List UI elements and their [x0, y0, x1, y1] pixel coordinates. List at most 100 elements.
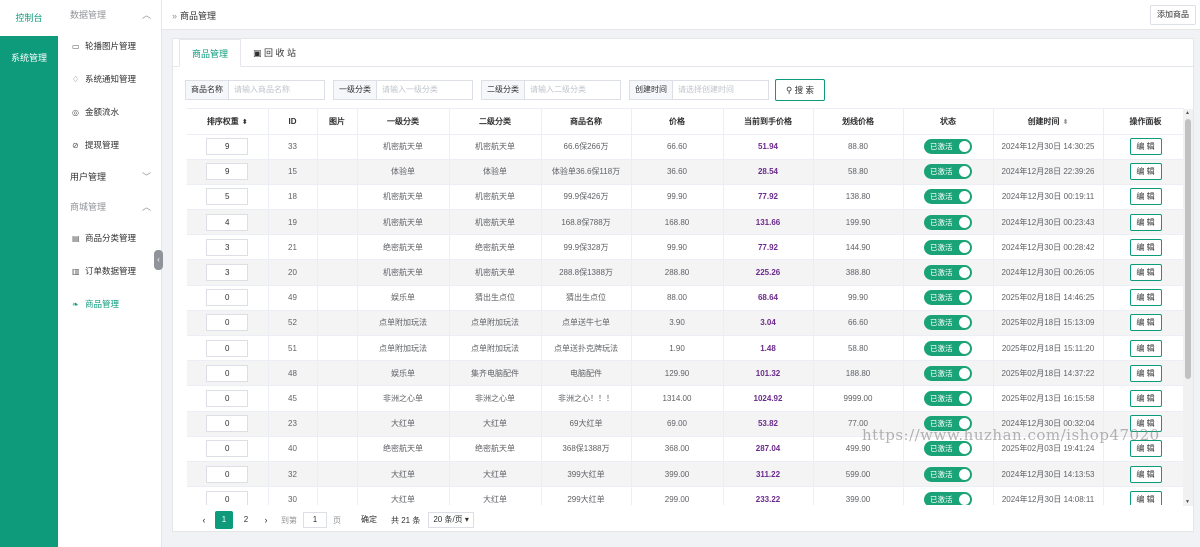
status-toggle[interactable]: 已激活: [924, 290, 972, 306]
status-toggle[interactable]: 已激活: [924, 466, 972, 482]
weight-input[interactable]: 3: [206, 264, 249, 282]
weight-input[interactable]: 4: [206, 213, 249, 231]
cell-weight: 0: [187, 310, 269, 337]
status-toggle[interactable]: 已激活: [924, 214, 972, 230]
weight-input[interactable]: 0: [206, 465, 249, 483]
menu-item-banner[interactable]: ▭ 轮播图片管理: [58, 30, 161, 63]
weight-input[interactable]: 0: [206, 490, 249, 505]
group-shop-management[interactable]: 商城管理 ︿: [58, 192, 161, 222]
edit-button[interactable]: 编 辑: [1129, 213, 1162, 231]
toggle-knob: [959, 443, 970, 455]
edit-button[interactable]: 编 辑: [1129, 465, 1162, 483]
status-toggle[interactable]: 已激活: [924, 365, 972, 381]
table-row: 0 30 大红单 大红单 299大红单 299.00 233.22 399.00 已激活 2024…: [187, 486, 1184, 505]
status-label: 已激活: [930, 343, 953, 353]
weight-input[interactable]: 9: [206, 138, 249, 156]
tab-product-management[interactable]: 商品管理: [179, 39, 242, 67]
scroll-up-icon[interactable]: ▲: [1185, 110, 1190, 116]
page-size-select[interactable]: 20 条/页 ▾: [428, 512, 474, 528]
edit-button[interactable]: 编 辑: [1129, 389, 1162, 407]
cell-product-name: 69大红单: [541, 411, 632, 437]
toggle-knob: [959, 367, 970, 379]
edit-button[interactable]: 编 辑: [1129, 238, 1162, 256]
menu-item-label: 金额流水: [85, 107, 120, 117]
goto-confirm-button[interactable]: 确定: [355, 512, 383, 528]
weight-input[interactable]: 3: [206, 238, 249, 256]
edit-button[interactable]: 编 辑: [1129, 339, 1162, 357]
category2-input[interactable]: 请输入二级分类: [524, 80, 621, 100]
cell-actions: 编 辑: [1103, 234, 1184, 261]
page-2[interactable]: 2: [237, 511, 255, 529]
cell-weight: 0: [187, 335, 269, 362]
page-1[interactable]: 1: [215, 511, 233, 529]
image-icon: ▭: [72, 42, 80, 51]
status-toggle[interactable]: 已激活: [924, 164, 972, 180]
edit-button[interactable]: 编 辑: [1129, 163, 1162, 181]
weight-input[interactable]: 9: [206, 163, 249, 181]
rail-system[interactable]: 系统管理: [0, 40, 58, 76]
sort-desc-icon[interactable]: ⬍: [242, 119, 248, 126]
weight-input[interactable]: 0: [206, 389, 249, 407]
status-toggle[interactable]: 已激活: [924, 189, 972, 205]
weight-input[interactable]: 0: [206, 339, 249, 357]
menu-item-orders[interactable]: ▥ 订单数据管理: [58, 255, 161, 288]
edit-button[interactable]: 编 辑: [1129, 314, 1162, 332]
collapse-sidebar-handle[interactable]: ‹: [154, 250, 163, 270]
col-product-name: 商品名称: [541, 109, 632, 135]
edit-button[interactable]: 编 辑: [1129, 264, 1162, 282]
menu-item-category[interactable]: ▤ 商品分类管理: [58, 222, 161, 255]
toggle-knob: [959, 292, 970, 304]
weight-input[interactable]: 0: [206, 289, 249, 307]
group-data-management[interactable]: 数据管理 ︿: [58, 0, 161, 30]
tab-recycle-bin[interactable]: ▣ 回 收 站: [241, 39, 308, 67]
weight-input[interactable]: 0: [206, 364, 249, 382]
cell-category2: 体验单: [449, 159, 542, 185]
edit-button[interactable]: 编 辑: [1129, 490, 1162, 505]
status-toggle[interactable]: 已激活: [924, 340, 972, 356]
left-rail: 控制台 系统管理: [0, 0, 58, 547]
edit-button[interactable]: 编 辑: [1129, 289, 1162, 307]
status-toggle[interactable]: 已激活: [924, 315, 972, 331]
add-product-button[interactable]: 添加商品: [1150, 5, 1196, 25]
status-toggle[interactable]: 已激活: [924, 265, 972, 281]
sort-icon[interactable]: ⬍: [1063, 119, 1069, 126]
cell-strike-price: 58.80: [813, 335, 904, 362]
cell-weight: 0: [187, 385, 269, 412]
status-toggle[interactable]: 已激活: [924, 239, 972, 255]
status-toggle[interactable]: 已激活: [924, 491, 972, 505]
cell-status: 已激活: [903, 310, 994, 337]
scroll-down-icon[interactable]: ▼: [1185, 499, 1190, 505]
group-user-management[interactable]: 用户管理 ﹀: [58, 162, 161, 192]
cell-weight: 0: [187, 285, 269, 311]
edit-button[interactable]: 编 辑: [1129, 364, 1162, 382]
cell-product-name: 猜出生点位: [541, 285, 632, 311]
cell-product-name: 168.8保788万: [541, 209, 632, 236]
weight-input[interactable]: 0: [206, 314, 249, 332]
goto-page-input[interactable]: 1: [303, 512, 327, 528]
product-name-input[interactable]: 请输入商品名称: [228, 80, 325, 100]
weight-input[interactable]: 0: [206, 440, 249, 458]
vertical-scrollbar[interactable]: ▲ ▼: [1183, 109, 1193, 506]
category1-input[interactable]: 请输入一级分类: [376, 80, 473, 100]
menu-item-notice[interactable]: ♢ 系统通知管理: [58, 63, 161, 96]
edit-button[interactable]: 编 辑: [1129, 188, 1162, 206]
status-toggle[interactable]: 已激活: [924, 139, 972, 155]
col-created[interactable]: 创建时间 ⬍: [993, 109, 1104, 135]
cell-image: [317, 436, 358, 462]
cell-actions: 编 辑: [1103, 209, 1184, 236]
menu-item-products[interactable]: ❧ 商品管理: [58, 288, 161, 321]
search-button[interactable]: ⚲ 搜 索: [775, 79, 825, 101]
prev-page-icon[interactable]: ‹: [195, 511, 213, 529]
col-weight[interactable]: 排序权重 ⬍: [187, 109, 269, 135]
menu-item-withdraw[interactable]: ⊘ 提现管理: [58, 129, 161, 162]
weight-input[interactable]: 0: [206, 415, 249, 433]
menu-item-cashflow[interactable]: ◎ 金额流水: [58, 96, 161, 129]
breadcrumb-current: 商品管理: [180, 11, 217, 21]
created-time-picker[interactable]: 请选择创建时间: [672, 80, 769, 100]
weight-input[interactable]: 5: [206, 188, 249, 206]
next-page-icon[interactable]: ›: [257, 511, 275, 529]
scrollbar-thumb[interactable]: [1185, 119, 1191, 379]
edit-button[interactable]: 编 辑: [1129, 138, 1162, 156]
status-toggle[interactable]: 已激活: [924, 390, 972, 406]
rail-dashboard[interactable]: 控制台: [0, 0, 58, 36]
